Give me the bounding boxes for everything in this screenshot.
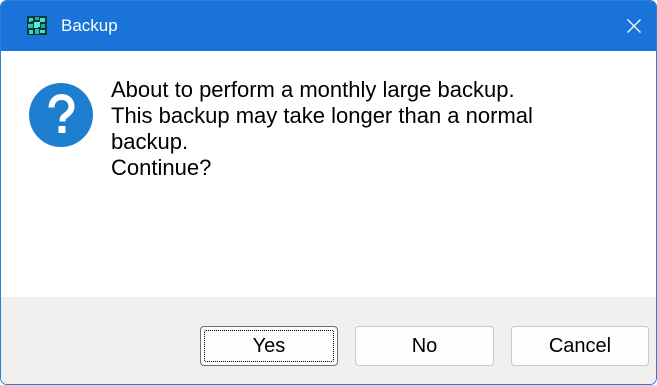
no-button-label: No — [411, 334, 438, 357]
close-button[interactable] — [612, 1, 656, 51]
no-button[interactable]: No — [355, 326, 494, 366]
window-title: Backup — [61, 16, 118, 35]
dialog-content: About to perform a monthly large backup.… — [1, 51, 656, 297]
yes-button[interactable]: Yes — [200, 326, 338, 366]
message-line: This backup may take longer than a norma… — [111, 103, 533, 128]
backup-app-icon — [27, 16, 47, 35]
dialog-button-bar: Yes No Cancel — [1, 297, 656, 384]
cancel-button[interactable]: Cancel — [511, 326, 649, 366]
dialog-message: About to perform a monthly large backup.… — [111, 77, 631, 181]
title-bar[interactable]: Backup — [1, 1, 656, 51]
question-icon — [29, 83, 93, 147]
message-line: About to perform a monthly large backup. — [111, 77, 515, 102]
message-line: backup. — [111, 129, 189, 154]
cancel-button-label: Cancel — [548, 334, 612, 357]
backup-dialog-window: Backup About to perform a monthly large … — [0, 0, 657, 385]
message-line: Continue? — [111, 155, 212, 180]
yes-button-label: Yes — [252, 334, 286, 357]
close-icon — [627, 19, 641, 33]
